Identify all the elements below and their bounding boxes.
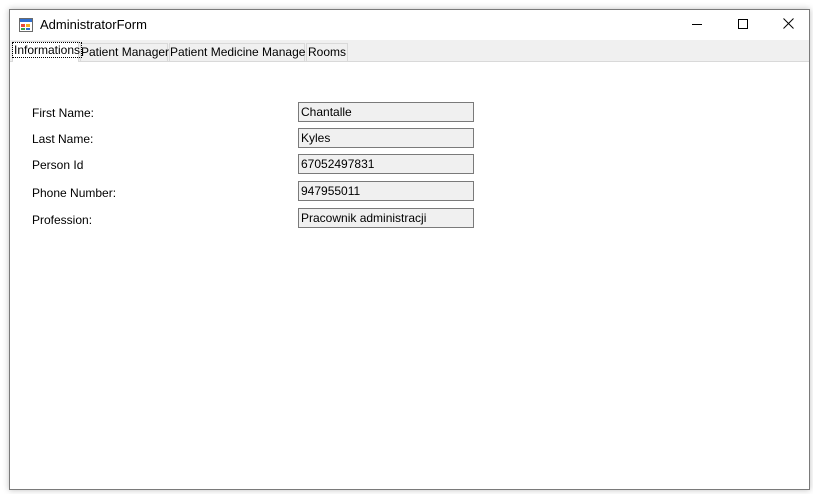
first-name-label: First Name: [32,106,95,120]
profession-label: Profession: [32,213,93,227]
administrator-form-window: AdministratorForm Informations Patient M… [9,9,810,490]
tab-patient-medicine-manager[interactable]: Patient Medicine Manager [169,43,309,61]
close-button[interactable] [765,10,809,40]
person-id-label: Person Id [32,158,84,172]
tab-label: Patient Medicine Manager [170,45,310,59]
minimize-button[interactable] [674,10,720,40]
profession-field[interactable] [298,208,474,228]
tab-label: Rooms [307,45,346,59]
tab-label: Informations [11,42,83,58]
minimize-icon [692,16,702,34]
maximize-icon [738,16,748,34]
phone-number-label: Phone Number: [32,186,117,200]
last-name-field[interactable] [298,128,474,148]
tab-label: Patient Manager [81,45,170,59]
close-icon [782,16,794,34]
maximize-button[interactable] [720,10,766,40]
tab-informations[interactable]: Informations [11,41,83,62]
last-name-label: Last Name: [32,132,94,146]
informations-tab-page: First Name: Last Name: Person Id Phone N… [10,61,809,489]
tab-strip: Informations Patient Manager Patient Med… [10,40,809,62]
person-id-field[interactable] [298,154,474,174]
phone-number-field[interactable] [298,181,474,201]
tab-patient-manager[interactable]: Patient Manager [80,43,170,61]
first-name-field[interactable] [298,102,474,122]
window-title: AdministratorForm [40,17,147,32]
window-form-icon [19,18,33,32]
title-bar[interactable]: AdministratorForm [10,10,809,40]
tab-rooms[interactable]: Rooms [306,43,348,61]
